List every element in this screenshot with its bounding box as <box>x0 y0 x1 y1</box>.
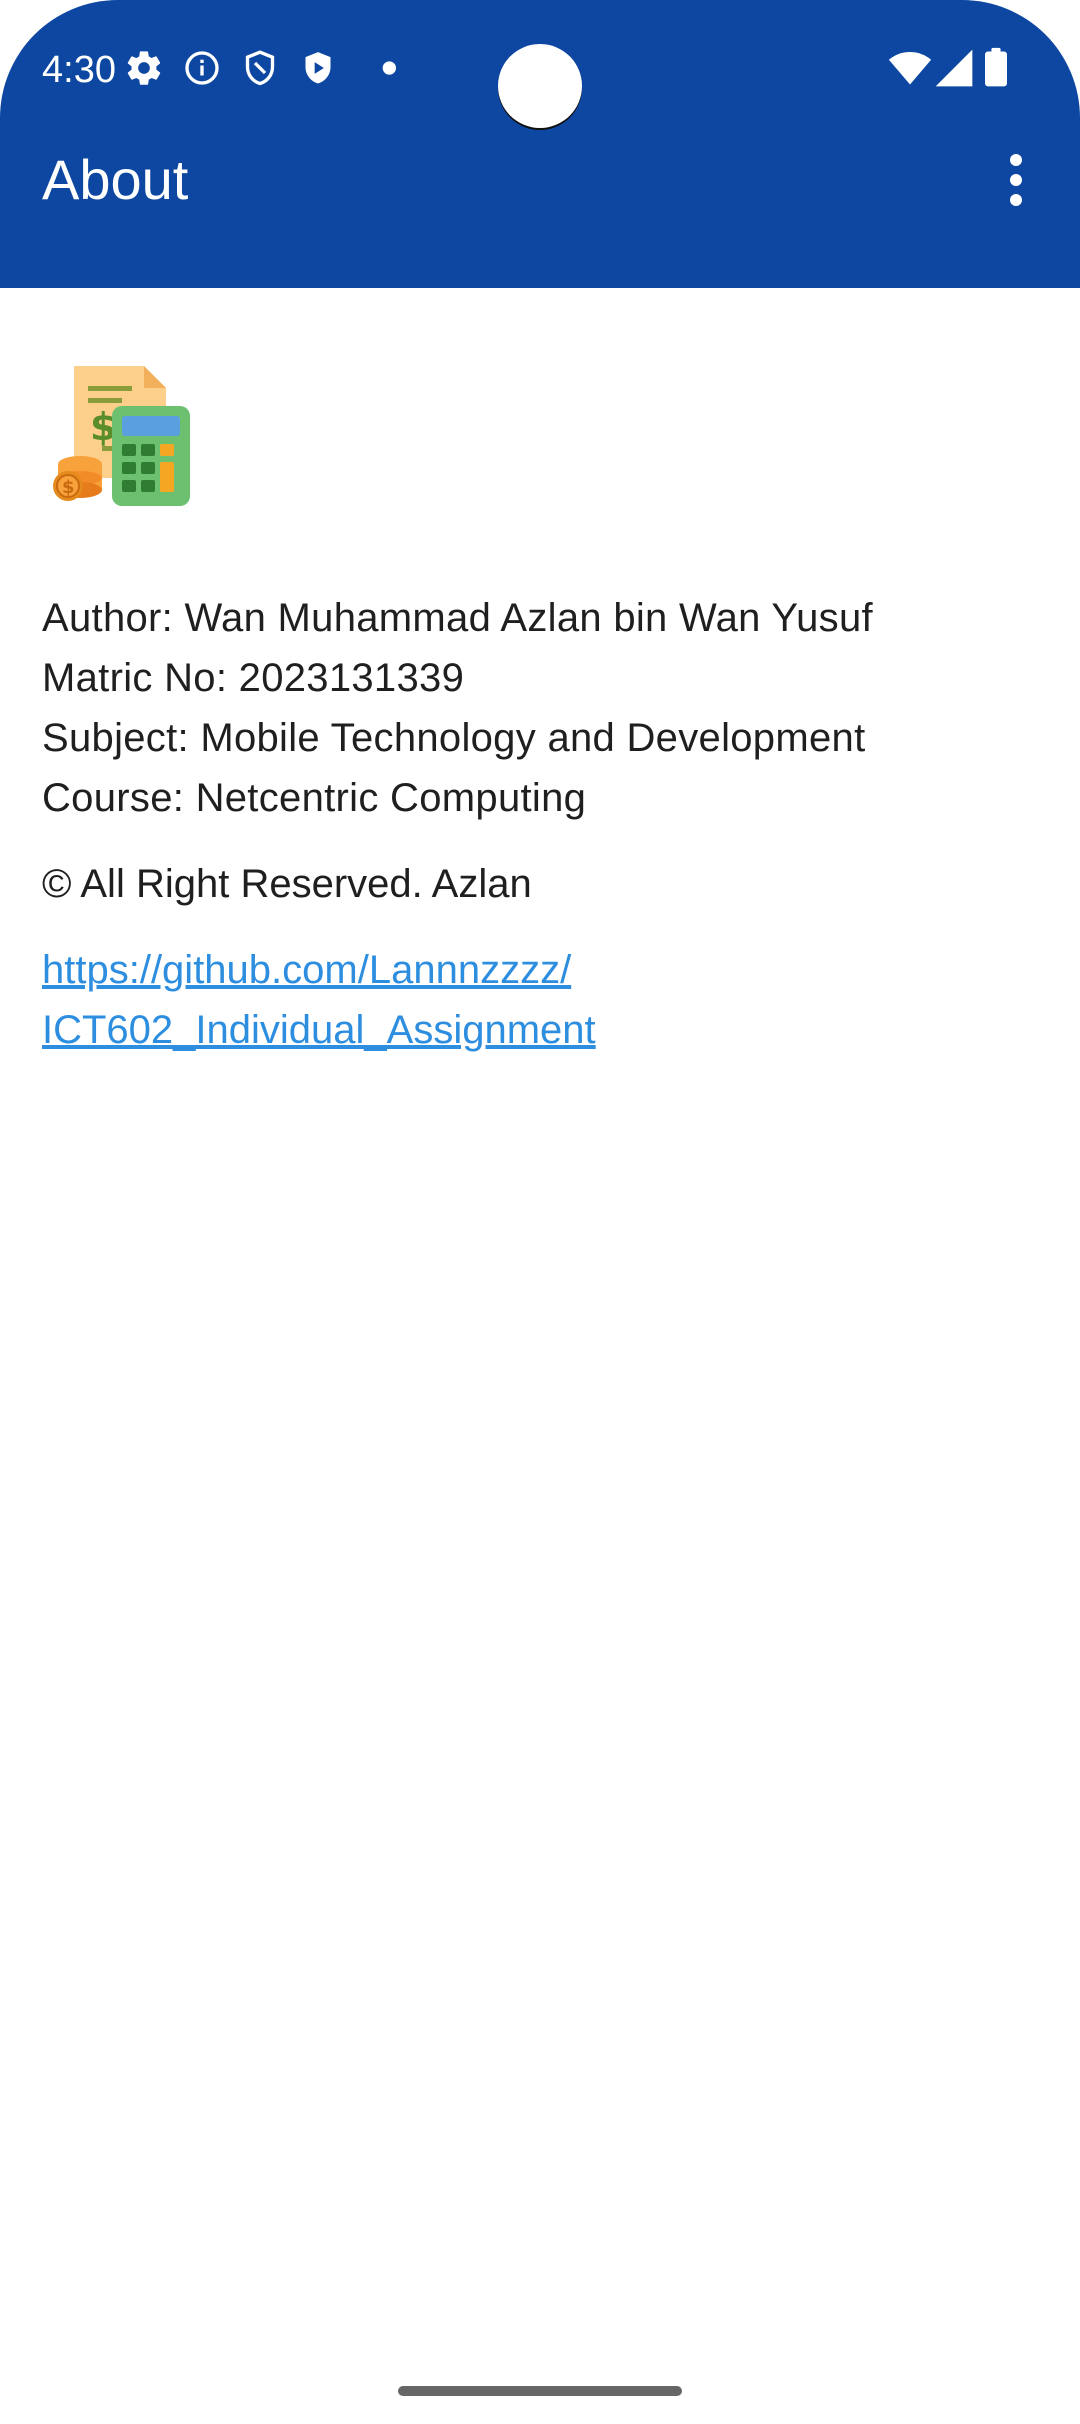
author-text: Author: Wan Muhammad Azlan bin Wan Yusuf <box>42 596 873 640</box>
github-link-line-2: ICT602_Individual_Assignment <box>42 1008 596 1052</box>
svg-text:$: $ <box>62 477 75 498</box>
more-vert-icon-dot <box>1010 194 1022 206</box>
status-time: 4:30 <box>42 49 116 91</box>
screen: 4:30 About $ $ Author: Wan Muhammad Azla… <box>0 0 1080 2424</box>
calculator-money-icon: $ $ <box>53 366 190 506</box>
github-link[interactable]: https://github.com/Lannnzzzz/ ICT602_Ind… <box>42 940 722 1060</box>
page-title: About <box>42 148 189 211</box>
home-indicator[interactable] <box>398 2386 682 2396</box>
app-bar: 4:30 About <box>0 0 1080 288</box>
play-shield-icon <box>305 52 331 84</box>
about-content: $ $ Author: Wan Muhammad Azlan bin Wan Y… <box>42 360 1042 1060</box>
matric-text: Matric No: 2023131339 <box>42 656 465 700</box>
more-options-button[interactable] <box>986 140 1046 220</box>
wifi-icon <box>888 52 932 85</box>
more-vert-icon <box>1010 154 1022 166</box>
more-vert-icon-dot <box>1010 174 1022 186</box>
settings-icon <box>127 51 161 85</box>
subject-text: Subject: Mobile Technology and Developme… <box>42 716 866 760</box>
shield-icon <box>245 50 275 86</box>
info-block: Author: Wan Muhammad Azlan bin Wan Yusuf… <box>42 588 1042 828</box>
github-link-line-1: https://github.com/Lannnzzzz/ <box>42 948 572 992</box>
copyright-text: © All Right Reserved. Azlan <box>42 862 532 906</box>
camera-cutout <box>498 44 582 128</box>
dot-icon <box>382 61 396 75</box>
info-icon <box>185 51 219 85</box>
signal-icon <box>935 49 973 87</box>
course-text: Course: Netcentric Computing <box>42 776 587 820</box>
battery-icon <box>985 47 1007 87</box>
